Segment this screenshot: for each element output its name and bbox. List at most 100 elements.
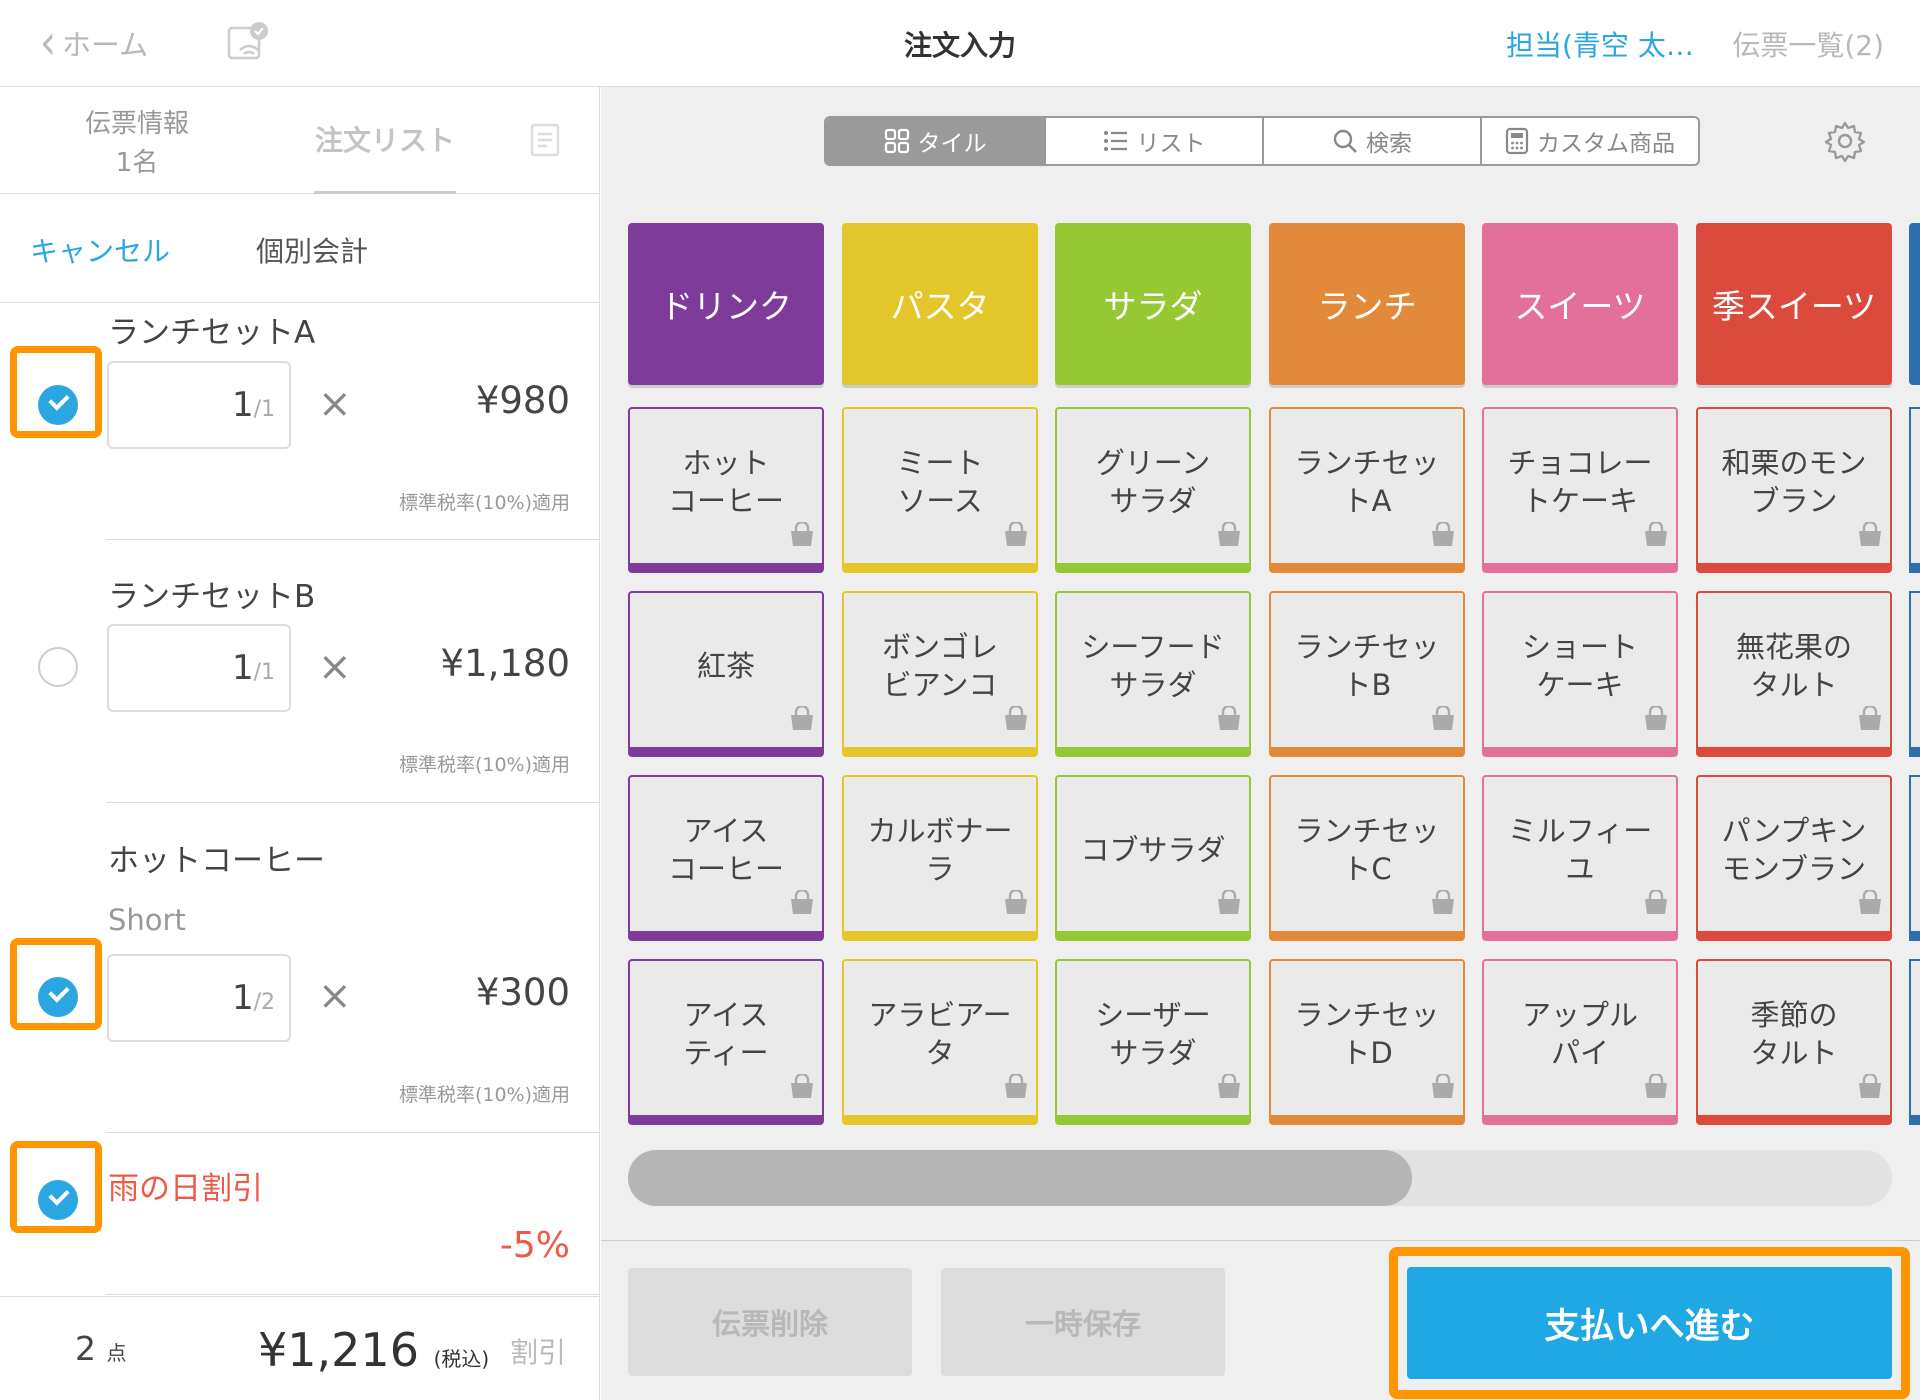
tab-custom-product[interactable]: カスタム商品 [1480,118,1698,164]
product-tile[interactable]: シーザー サラダ [1055,959,1251,1125]
discount-checkbox[interactable] [38,1180,78,1220]
product-tile[interactable]: ホット コーヒー [628,407,824,573]
product-tile[interactable]: ランチセッ トB [1269,591,1465,757]
product-name: ボンゴレ ビアンコ [881,630,998,702]
shopping-bag-icon [1856,1071,1884,1109]
product-tile-partial[interactable] [1909,407,1920,573]
product-tile[interactable]: コブサラダ [1055,775,1251,941]
product-name: カルボナー ラ [867,814,1013,886]
product-tile[interactable]: ボンゴレ ビアンコ [842,591,1038,757]
category-tile[interactable]: ドリンク [628,223,824,385]
tab-list-label: リスト [1136,131,1206,157]
product-name: ショート ケーキ [1521,630,1638,702]
product-tile[interactable]: 紅茶 [628,591,824,757]
chevron-left-icon: ‹ [40,15,56,71]
shopping-bag-icon [1002,1071,1030,1109]
order-item-list[interactable]: ランチセットA 1/1 × ¥980 標準税率(10%)適用 ランチセットB 1… [0,303,599,1327]
quantity-field[interactable]: 1/1 [107,624,291,712]
category-label: パスタ [890,287,990,326]
product-tile[interactable]: ランチセッ トD [1269,959,1465,1125]
tab-slip-info[interactable]: 伝票情報 1名 [60,105,214,183]
search-icon [1333,129,1357,153]
receipt-icon[interactable] [530,123,564,161]
split-bill-button[interactable]: 個別会計 [256,230,368,270]
product-name: ミート ソース [896,446,984,518]
cancel-button[interactable]: キャンセル [30,230,170,270]
shopping-bag-icon [788,1071,816,1109]
product-tile[interactable]: アップル パイ [1482,959,1678,1125]
times-symbol: × [318,644,352,690]
horizontal-scrollbar[interactable] [628,1150,1892,1206]
category-tile[interactable]: サラダ [1055,223,1251,385]
item-checkbox[interactable] [38,977,78,1017]
category-tile[interactable]: ランチ [1269,223,1465,385]
hold-button[interactable]: 一時保存 [941,1268,1225,1376]
product-name: シーフード サラダ [1081,630,1225,702]
category-tile-partial[interactable] [1909,223,1920,385]
product-tile[interactable]: ミート ソース [842,407,1038,573]
product-name: コブサラダ [1080,833,1226,867]
product-name: 無花果の タルト [1735,630,1852,702]
category-tile[interactable]: 季スイーツ [1696,223,1892,385]
product-tile[interactable]: カルボナー ラ [842,775,1038,941]
product-tile[interactable]: ランチセッ トC [1269,775,1465,941]
tab-order-list[interactable]: 注文リスト [314,87,456,194]
product-tile[interactable]: チョコレー トケーキ [1482,407,1678,573]
shopping-bag-icon [1642,703,1670,741]
order-total: ¥1,216 (税込) [258,1323,489,1377]
back-button[interactable]: ‹ ホーム [40,15,148,71]
gear-icon[interactable] [1823,119,1867,167]
tab-search[interactable]: 検索 [1262,118,1480,164]
product-tile[interactable]: アイス ティー [628,959,824,1125]
item-price: ¥1,180 [440,642,570,685]
product-name: グリーン サラダ [1095,446,1211,518]
product-tile[interactable]: 季節の タルト [1696,959,1892,1125]
product-name: ランチセッ トC [1294,814,1440,886]
item-checkbox[interactable] [38,647,78,687]
shopping-bag-icon [788,519,816,557]
category-tile[interactable]: パスタ [842,223,1038,385]
product-tile[interactable]: シーフード サラダ [1055,591,1251,757]
staff-selector[interactable]: 担当(青空 太… [1506,24,1694,64]
product-name: シーザー サラダ [1095,998,1211,1070]
product-name: ランチセッ トD [1294,998,1440,1070]
quantity-field[interactable]: 1/2 [107,954,291,1042]
shopping-bag-icon [1002,887,1030,925]
shopping-bag-icon [1215,519,1243,557]
shopping-bag-icon [1002,703,1030,741]
product-tile[interactable]: 無花果の タルト [1696,591,1892,757]
delete-slip-button[interactable]: 伝票削除 [628,1268,912,1376]
product-tile[interactable]: ランチセッ トA [1269,407,1465,573]
quantity-value: 1 [231,385,254,425]
item-checkbox[interactable] [38,385,78,425]
product-name: アップル パイ [1521,998,1638,1070]
slip-list-button[interactable]: 伝票一覧(2) [1732,24,1884,64]
quantity-value: 1 [231,648,254,688]
discount-button[interactable]: 割引 [510,1331,566,1371]
product-tile[interactable]: グリーン サラダ [1055,407,1251,573]
scrollbar-thumb[interactable] [628,1150,1412,1206]
product-tile[interactable]: 和栗のモン ブラン [1696,407,1892,573]
shopping-bag-icon [1429,887,1457,925]
proceed-to-payment-button[interactable]: 支払いへ進む [1407,1267,1892,1379]
shopping-bag-icon [1642,1071,1670,1109]
quantity-field[interactable]: 1/1 [107,361,291,449]
product-tile[interactable]: ショート ケーキ [1482,591,1678,757]
product-tile[interactable]: アラビアー タ [842,959,1038,1125]
product-tile[interactable]: パンプキン モンブラン [1696,775,1892,941]
product-tile-partial[interactable] [1909,775,1920,941]
item-count: 2 点 [75,1329,127,1368]
product-name: パンプキン モンブラン [1721,814,1867,886]
product-tile[interactable]: アイス コーヒー [628,775,824,941]
category-label: ランチ [1317,287,1417,326]
cloud-sync-icon[interactable] [226,20,272,68]
tab-tile[interactable]: タイル [826,118,1044,164]
product-tile-partial[interactable] [1909,959,1920,1125]
quantity-max: /2 [253,990,275,1015]
product-name: ランチセッ トB [1294,630,1440,702]
order-item: ホットコーヒー Short 1/2 × ¥300 標準税率(10%)適用 [0,803,599,1133]
category-tile[interactable]: スイーツ [1482,223,1678,385]
tab-list[interactable]: リスト [1044,118,1262,164]
product-tile-partial[interactable] [1909,591,1920,757]
product-tile[interactable]: ミルフィー ユ [1482,775,1678,941]
